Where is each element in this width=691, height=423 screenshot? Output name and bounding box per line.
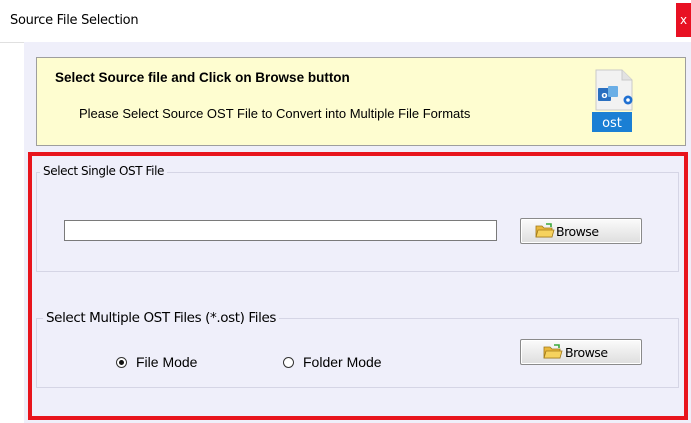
ost-file-icon: o ost: [592, 69, 633, 132]
single-file-group-legend: Select Single OST File: [40, 164, 168, 178]
folder-icon: [535, 223, 555, 238]
file-mode-radio[interactable]: File Mode: [116, 354, 197, 370]
banner-title: Select Source file and Click on Browse b…: [55, 70, 350, 85]
folder-mode-radio[interactable]: Folder Mode: [283, 354, 382, 370]
close-button[interactable]: x: [676, 3, 691, 37]
file-mode-label: File Mode: [136, 354, 198, 370]
banner-subtitle: Please Select Source OST File to Convert…: [79, 106, 471, 121]
browse-single-button[interactable]: Browse: [520, 218, 642, 244]
title-bar: Source File Selection x: [0, 0, 691, 43]
ost-icon-label: ost: [602, 116, 622, 131]
browse-multiple-button[interactable]: Browse: [520, 339, 642, 365]
radio-circle: [116, 356, 127, 368]
browse-single-label: Browse: [556, 224, 599, 239]
radio-selected-dot: [119, 359, 124, 365]
svg-text:o: o: [601, 91, 607, 101]
radio-circle: [283, 356, 294, 368]
window-title: Source File Selection: [10, 13, 139, 28]
folder-mode-label: Folder Mode: [303, 354, 382, 370]
single-file-path-input[interactable]: [64, 220, 497, 241]
multi-file-group-legend: Select Multiple OST Files (*.ost) Files: [43, 310, 279, 326]
browse-multiple-label: Browse: [565, 345, 608, 360]
folder-icon: [543, 344, 563, 359]
